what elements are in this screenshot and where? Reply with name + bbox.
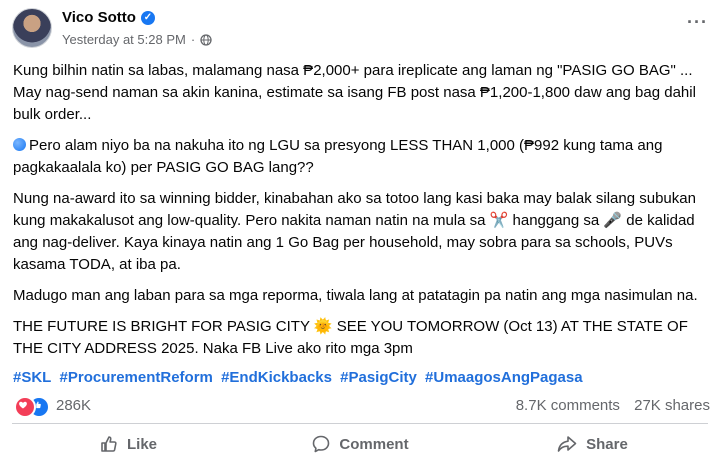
post-paragraph: Pero alam niyo ba na nakuha ito ng LGU s…: [13, 135, 710, 179]
share-label: Share: [586, 435, 628, 453]
action-bar: Like Comment Share: [12, 425, 708, 463]
post-paragraph: THE FUTURE IS BRIGHT FOR PASIG CITY 🌞 SE…: [13, 318, 688, 357]
avatar[interactable]: [12, 8, 52, 48]
post-paragraph: Kung bilhin natin sa labas, malamang nas…: [13, 62, 696, 123]
reactions-count[interactable]: 286K: [56, 397, 91, 414]
share-arrow-icon: [557, 436, 577, 452]
hashtag-list: #SKL #ProcurementReform #EndKickbacks #P…: [13, 367, 587, 389]
engagement-stats: 286K 8.7K comments 27K shares: [0, 392, 720, 422]
comment-share-counts: 8.7K comments 27K shares: [506, 397, 710, 414]
divider: [12, 423, 708, 424]
post-header: Vico Sotto ✓ Yesterday at 5:28 PM · ···: [0, 0, 720, 58]
more-options-icon[interactable]: ···: [687, 12, 708, 33]
thumbs-up-icon: [101, 436, 117, 452]
post-paragraph: Madugo man ang laban para sa mga reporma…: [13, 287, 698, 304]
like-label: Like: [126, 435, 157, 453]
post-meta: Yesterday at 5:28 PM ·: [62, 32, 212, 47]
love-reaction-icon: [14, 396, 36, 418]
shares-count[interactable]: 27K shares: [634, 397, 710, 414]
post-paragraph-text: Pero alam niyo ba na nakuha ito ng LGU s…: [13, 137, 663, 176]
post-body: Kung bilhin natin sa labas, malamang nas…: [13, 60, 710, 369]
hashtag-link[interactable]: #EndKickbacks: [221, 369, 332, 386]
comment-label: Comment: [339, 435, 409, 453]
comments-count[interactable]: 8.7K comments: [516, 397, 620, 414]
comment-bubble-icon: [313, 435, 330, 453]
globe-icon[interactable]: [200, 33, 212, 46]
like-button[interactable]: Like: [12, 425, 244, 463]
hashtag-link[interactable]: #SKL: [13, 369, 51, 386]
comment-button[interactable]: Comment: [244, 425, 476, 463]
author-name[interactable]: Vico Sotto: [62, 9, 136, 26]
separator-dot: ·: [190, 32, 196, 47]
verified-badge-icon: ✓: [140, 10, 155, 25]
post-timestamp[interactable]: Yesterday at 5:28 PM: [62, 32, 186, 47]
blue-circle-icon: [13, 138, 26, 151]
author-row: Vico Sotto ✓: [62, 9, 155, 26]
share-button[interactable]: Share: [476, 425, 708, 463]
hashtag-link[interactable]: #ProcurementReform: [60, 369, 213, 386]
reaction-icons[interactable]: [14, 396, 52, 418]
hashtag-link[interactable]: #UmaagosAngPagasa: [425, 369, 583, 386]
hashtag-link[interactable]: #PasigCity: [340, 369, 417, 386]
post-paragraph: Nung na-award ito sa winning bidder, kin…: [13, 190, 696, 273]
